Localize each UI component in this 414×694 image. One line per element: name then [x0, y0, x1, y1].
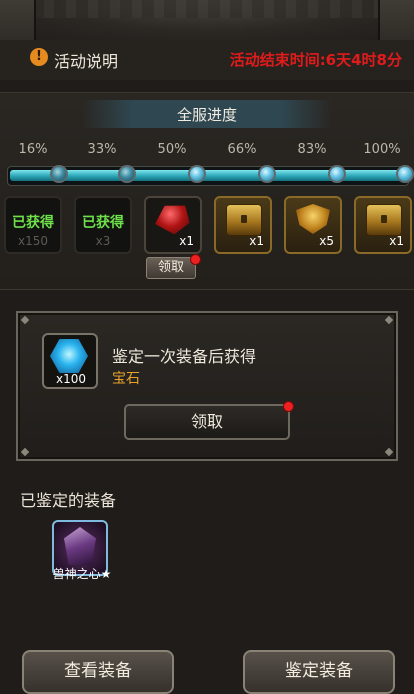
reward-slot-claimed: 已获得 x150: [4, 196, 62, 254]
gem-qty: x100: [55, 372, 86, 386]
milestone-label: 33%: [87, 142, 117, 157]
notification-dot: [283, 401, 294, 412]
milestone-knob: [50, 165, 68, 183]
appraised-equipment-title: 已鉴定的装备: [20, 491, 117, 510]
reward-slot-shield[interactable]: x5: [284, 196, 342, 254]
gold-shield-icon: [296, 204, 330, 234]
claimed-status: 已获得: [12, 215, 54, 231]
reward-slot-chest[interactable]: x1: [214, 196, 272, 254]
task-description: 鉴定一次装备后获得: [112, 347, 257, 366]
reward-qty: x1: [179, 234, 194, 248]
reward-qty: x150: [17, 234, 48, 248]
milestone-knob: [258, 165, 276, 183]
milestone-knob: [118, 165, 136, 183]
milestone-label: 100%: [363, 142, 401, 157]
milestone-label: 16%: [18, 142, 48, 157]
milestone-knob: [328, 165, 346, 183]
view-equipment-button[interactable]: 查看装备: [22, 650, 174, 694]
end-time-text: 活动结束时间:6天4时8分: [229, 51, 402, 69]
reward-slot-chest[interactable]: x1: [354, 196, 412, 254]
notification-dot: [190, 254, 201, 265]
reward-qty: x1: [249, 234, 264, 248]
top-ornament-frame: [0, 0, 414, 70]
milestone-label: 83%: [297, 142, 327, 157]
reward-slot-ruby[interactable]: x1: [144, 196, 202, 254]
ruby-gem-icon: [154, 202, 192, 236]
info-warning-icon[interactable]: !: [30, 48, 48, 66]
milestone-label: 50%: [157, 142, 187, 157]
equipment-name: 兽神之心★: [52, 567, 112, 581]
treasure-chest-icon: [226, 204, 262, 236]
reward-qty: x1: [389, 234, 404, 248]
activity-info-link[interactable]: 活动说明: [54, 48, 118, 72]
milestone-knob: [396, 165, 414, 183]
progress-title: 全服进度: [176, 106, 237, 124]
claim-task-button[interactable]: 领取: [124, 404, 290, 440]
claim-milestone-button[interactable]: 领取: [146, 257, 196, 279]
milestone-label: 66%: [227, 142, 257, 157]
reward-qty: x5: [319, 234, 334, 248]
milestone-knob: [188, 165, 206, 183]
progress-fill: [10, 170, 406, 181]
reward-qty: x3: [95, 234, 111, 248]
reward-slot-claimed: 已获得 x3: [74, 196, 132, 254]
claimed-status: 已获得: [82, 215, 124, 231]
treasure-chest-icon: [366, 204, 402, 236]
task-reward-name: 宝石: [112, 371, 140, 387]
appraise-equipment-button[interactable]: 鉴定装备: [243, 650, 395, 694]
